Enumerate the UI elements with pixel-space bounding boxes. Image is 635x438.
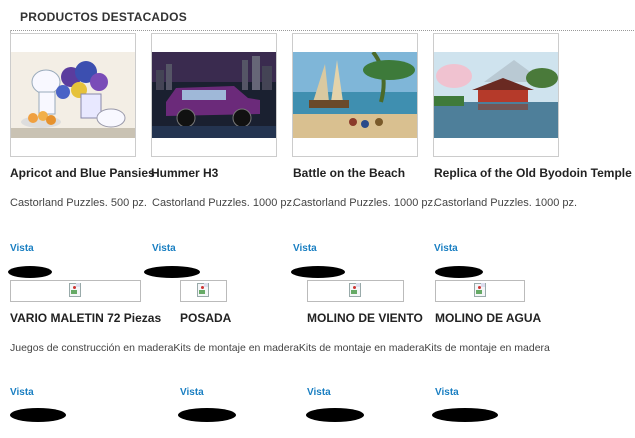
vista-link-byodoin-temple[interactable]: Vista: [434, 243, 458, 254]
product-name-byodoin-temple[interactable]: Replica of the Old Byodoin Temple: [434, 166, 632, 180]
redacted-price: [306, 408, 364, 422]
product-image-byodoin-temple[interactable]: [433, 33, 559, 157]
vista-link-molino-viento[interactable]: Vista: [307, 387, 331, 398]
redacted-price: [432, 408, 498, 422]
redacted-price: [8, 266, 52, 278]
product-image-battle-beach[interactable]: [292, 33, 418, 157]
product-name-posada[interactable]: POSADA: [180, 311, 231, 325]
product-name-molino-viento[interactable]: MOLINO DE VIENTO: [307, 311, 423, 325]
product-image-vario-maletin[interactable]: [10, 280, 141, 302]
row2-description: Juegos de construcción en maderaKits de …: [10, 342, 550, 354]
broken-image-icon: [473, 283, 487, 297]
vista-link-vario-maletin[interactable]: Vista: [10, 387, 34, 398]
redacted-price: [435, 266, 483, 278]
product-name-molino-agua[interactable]: MOLINO DE AGUA: [435, 311, 541, 325]
product-image-molino-agua[interactable]: [435, 280, 525, 302]
product-desc-battle-beach: Castorland Puzzles. 1000 pz.: [293, 197, 437, 209]
section-divider: [10, 30, 634, 31]
product-image-posada[interactable]: [180, 280, 227, 302]
broken-image-icon: [68, 283, 82, 297]
product-desc-hummer-h3: Castorland Puzzles. 1000 pz.: [152, 197, 296, 209]
broken-image-icon: [196, 283, 210, 297]
vista-link-hummer-h3[interactable]: Vista: [152, 243, 176, 254]
product-name-vario-maletin[interactable]: VARIO MALETIN 72 Piezas: [10, 311, 161, 325]
redacted-price: [10, 408, 66, 422]
redacted-price: [291, 266, 345, 278]
broken-image-icon: [348, 283, 362, 297]
product-name-battle-beach[interactable]: Battle on the Beach: [293, 166, 405, 180]
redacted-price: [178, 408, 236, 422]
vista-link-apricot-pansies[interactable]: Vista: [10, 243, 34, 254]
redacted-price: [144, 266, 200, 278]
vista-link-battle-beach[interactable]: Vista: [293, 243, 317, 254]
product-desc-byodoin-temple: Castorland Puzzles. 1000 pz.: [434, 197, 578, 209]
product-desc-apricot-pansies: Castorland Puzzles. 500 pz.: [10, 197, 147, 209]
product-image-molino-viento[interactable]: [307, 280, 404, 302]
product-name-apricot-pansies[interactable]: Apricot and Blue Pansies: [10, 166, 155, 180]
product-image-hummer-h3[interactable]: [151, 33, 277, 157]
product-name-hummer-h3[interactable]: Hummer H3: [151, 166, 218, 180]
section-title: PRODUCTOS DESTACADOS: [20, 10, 187, 24]
vista-link-molino-agua[interactable]: Vista: [435, 387, 459, 398]
product-image-apricot-pansies[interactable]: [10, 33, 136, 157]
vista-link-posada[interactable]: Vista: [180, 387, 204, 398]
